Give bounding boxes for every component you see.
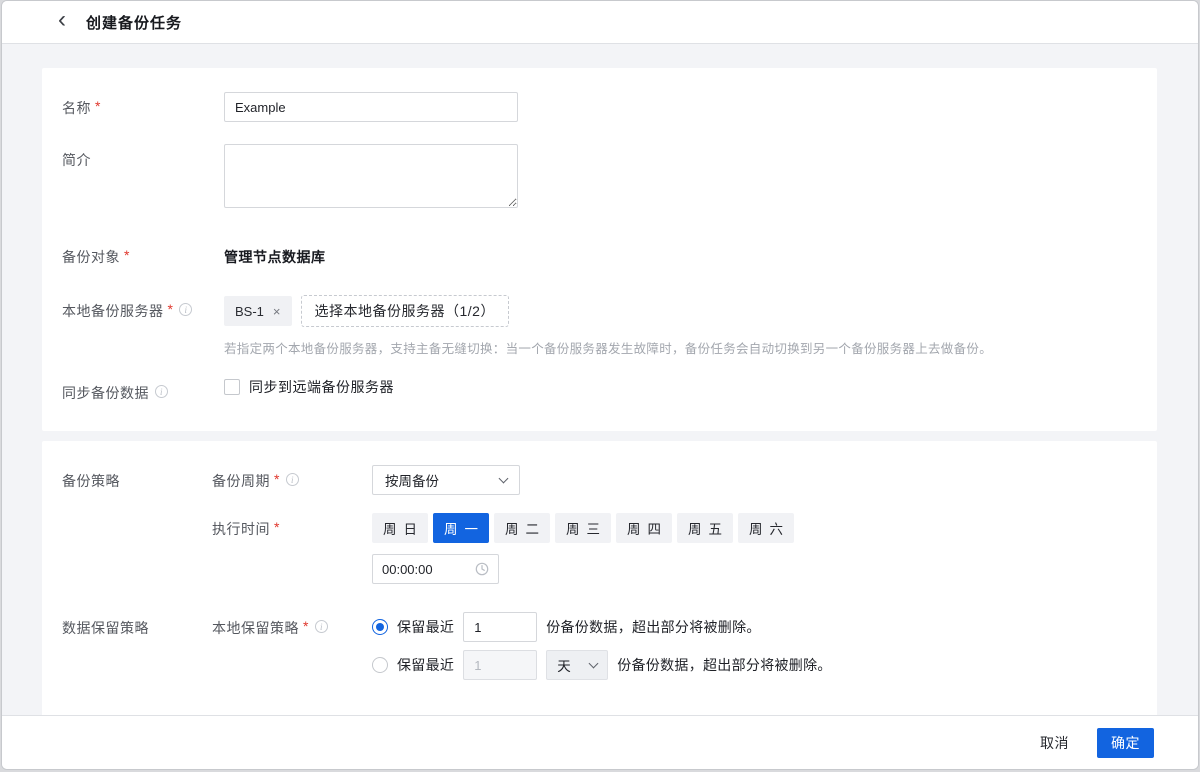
sync-row: 同步备份数据 i 同步到远端备份服务器: [62, 377, 1137, 403]
info-icon[interactable]: i: [315, 620, 328, 633]
exec-time-row: 执行时间 * 周日周一周二周三周四周五周六 00:00:00: [212, 513, 1137, 584]
name-label: 名称 *: [62, 92, 224, 122]
sync-checkbox-label: 同步到远端备份服务器: [249, 377, 394, 397]
retention-group-label-text: 数据保留策略: [62, 618, 149, 638]
name-input[interactable]: [224, 92, 518, 122]
intro-label: 简介: [62, 144, 224, 213]
retention-count-radio[interactable]: [372, 619, 388, 635]
page-title: 创建备份任务: [86, 12, 182, 33]
retention-group-label: 数据保留策略: [62, 612, 212, 680]
retention-count-prefix: 保留最近: [397, 617, 454, 637]
backup-object-label-text: 备份对象: [62, 247, 120, 267]
intro-row: 简介: [62, 144, 1137, 213]
retention-option-days: 保留最近 天 份备份数据，超出部分将被删除。: [372, 650, 1137, 680]
retention-unit-value: 天: [557, 655, 571, 675]
basic-info-card: 名称 * 简介 备份对象 *: [42, 68, 1157, 431]
select-local-server-button[interactable]: 选择本地备份服务器（1/2）: [301, 295, 509, 327]
required-mark: *: [274, 519, 280, 535]
name-row: 名称 *: [62, 92, 1137, 122]
clock-icon: [475, 562, 489, 576]
time-input[interactable]: 00:00:00: [372, 554, 499, 584]
sync-label-text: 同步备份数据: [62, 383, 149, 403]
remove-tag-icon[interactable]: ×: [273, 305, 281, 318]
info-icon[interactable]: i: [179, 303, 192, 316]
local-server-row: 本地备份服务器 * i BS-1 × 选择本地备份服务器（1/2） 若指定两个本…: [62, 295, 1137, 357]
footer-bar: 取消 确定: [2, 715, 1198, 769]
page-content: 名称 * 简介 备份对象 *: [2, 44, 1198, 720]
local-server-label: 本地备份服务器 * i: [62, 295, 224, 357]
retention-option-count: 保留最近 份备份数据，超出部分将被删除。: [372, 612, 1137, 642]
backup-object-row: 备份对象 * 管理节点数据库: [62, 241, 1137, 267]
backup-object-value: 管理节点数据库: [224, 241, 1137, 267]
server-tag-label: BS-1: [235, 304, 264, 319]
weekday-button[interactable]: 周六: [738, 513, 794, 543]
local-retention-row: 本地保留策略 * i 保留最近 份备份数据，超出部分将被删除。: [212, 612, 1137, 680]
local-server-helper-text: 若指定两个本地备份服务器，支持主备无缝切换：当一个备份服务器发生故障时，备份任务…: [224, 338, 1137, 357]
policy-card: 备份策略 备份周期 * i 按周备份: [42, 441, 1157, 720]
weekday-button[interactable]: 周三: [555, 513, 611, 543]
confirm-button[interactable]: 确定: [1097, 728, 1154, 758]
retention-days-suffix: 份备份数据，超出部分将被删除。: [617, 655, 832, 675]
chevron-down-icon: [499, 473, 509, 483]
info-icon[interactable]: i: [286, 473, 299, 486]
intro-label-text: 简介: [62, 150, 91, 170]
cycle-row: 备份周期 * i 按周备份: [212, 465, 1137, 495]
retention-policy-group: 数据保留策略 本地保留策略 * i 保留最近: [62, 612, 1137, 680]
exec-time-label: 执行时间 *: [212, 513, 372, 584]
weekday-group: 周日周一周二周三周四周五周六: [372, 513, 1137, 543]
backup-object-label: 备份对象 *: [62, 241, 224, 267]
cycle-select[interactable]: 按周备份: [372, 465, 520, 495]
weekday-button[interactable]: 周五: [677, 513, 733, 543]
required-mark: *: [95, 98, 101, 114]
local-server-label-text: 本地备份服务器: [62, 301, 164, 321]
sync-checkbox[interactable]: [224, 379, 240, 395]
weekday-button[interactable]: 周日: [372, 513, 428, 543]
retention-unit-select[interactable]: 天: [546, 650, 608, 680]
page-header: ‹ 创建备份任务: [2, 1, 1198, 44]
required-mark: *: [168, 301, 174, 317]
chevron-down-icon: [589, 658, 599, 668]
retention-count-suffix: 份备份数据，超出部分将被删除。: [546, 617, 761, 637]
local-retention-label: 本地保留策略 * i: [212, 612, 372, 680]
local-retention-label-text: 本地保留策略: [212, 618, 299, 638]
backup-policy-group-label-text: 备份策略: [62, 471, 120, 491]
cycle-label: 备份周期 * i: [212, 465, 372, 495]
required-mark: *: [274, 471, 280, 487]
retention-days-prefix: 保留最近: [397, 655, 454, 675]
intro-textarea[interactable]: [224, 144, 518, 208]
weekday-button[interactable]: 周四: [616, 513, 672, 543]
required-mark: *: [303, 618, 309, 634]
cycle-select-value: 按周备份: [385, 470, 439, 490]
exec-time-label-text: 执行时间: [212, 519, 270, 539]
name-label-text: 名称: [62, 98, 91, 118]
back-icon[interactable]: ‹: [58, 8, 66, 32]
retention-days-radio[interactable]: [372, 657, 388, 673]
required-mark: *: [124, 247, 130, 263]
server-tag: BS-1 ×: [224, 296, 292, 326]
retention-days-input[interactable]: [463, 650, 537, 680]
cancel-button[interactable]: 取消: [1034, 732, 1075, 754]
create-backup-task-page: ‹ 创建备份任务 名称 * 简介: [1, 0, 1199, 770]
sync-label: 同步备份数据 i: [62, 377, 224, 403]
time-value: 00:00:00: [382, 562, 433, 577]
retention-count-input[interactable]: [463, 612, 537, 642]
info-icon[interactable]: i: [155, 385, 168, 398]
weekday-button[interactable]: 周二: [494, 513, 550, 543]
cycle-label-text: 备份周期: [212, 471, 270, 491]
backup-policy-group: 备份策略 备份周期 * i 按周备份: [62, 465, 1137, 612]
backup-policy-group-label: 备份策略: [62, 465, 212, 612]
weekday-button[interactable]: 周一: [433, 513, 489, 543]
